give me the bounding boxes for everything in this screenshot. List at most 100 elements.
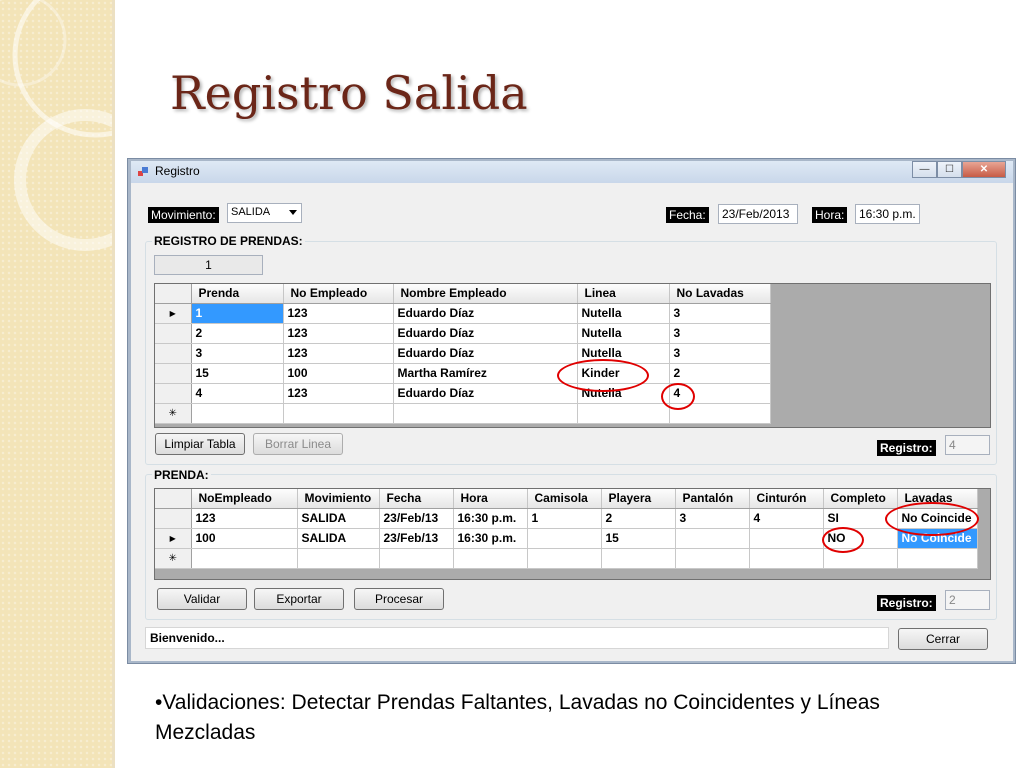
table-cell[interactable]: 123 (283, 383, 394, 404)
window-titlebar[interactable]: Registro — ☐ ✕ (131, 161, 1013, 183)
current-row-marker: ▶ (155, 303, 192, 324)
column-header[interactable]: Camisola (527, 489, 602, 509)
validar-button[interactable]: Validar (157, 588, 247, 610)
maximize-button[interactable]: ☐ (937, 161, 962, 178)
table-cell[interactable]: 2 (191, 323, 284, 344)
app-icon (138, 167, 148, 176)
table-cell[interactable]: 15 (601, 528, 676, 549)
column-header[interactable]: No Lavadas (669, 284, 771, 304)
table-cell[interactable] (749, 528, 824, 549)
table-cell[interactable] (191, 403, 284, 424)
slide-sidebar (0, 0, 112, 768)
table-cell[interactable]: 2 (601, 508, 676, 529)
table-cell[interactable]: Eduardo Díaz (393, 383, 578, 404)
row-header-corner (155, 284, 192, 304)
table-cell[interactable]: 3 (669, 323, 771, 344)
table-row[interactable]: 3 123 Eduardo Díaz Nutella 3 (155, 343, 771, 364)
table-cell[interactable]: 4 (749, 508, 824, 529)
table-row[interactable]: 2 123 Eduardo Díaz Nutella 3 (155, 323, 771, 344)
movimiento-select[interactable]: SALIDA (227, 203, 302, 223)
table-cell[interactable]: 23/Feb/13 (379, 508, 454, 529)
table-cell[interactable]: 1 (191, 303, 284, 324)
table-cell[interactable]: Eduardo Díaz (393, 303, 578, 324)
borrar-linea-button[interactable]: Borrar Linea (253, 433, 343, 455)
row-header (155, 508, 192, 529)
column-header[interactable]: Prenda (191, 284, 284, 304)
column-header[interactable]: Linea (577, 284, 670, 304)
table-cell[interactable]: 123 (283, 323, 394, 344)
table-cell[interactable]: 3 (669, 303, 771, 324)
row-header-corner (155, 489, 192, 509)
highlight-no-coincide-ellipse (885, 502, 979, 536)
cerrar-button[interactable]: Cerrar (898, 628, 988, 650)
table-cell[interactable]: 3 (669, 343, 771, 364)
procesar-button[interactable]: Procesar (354, 588, 444, 610)
prenda-counter: 1 (154, 255, 263, 275)
table-cell[interactable] (749, 548, 824, 569)
column-header[interactable]: NoEmpleado (191, 489, 298, 509)
table-cell[interactable]: 2 (669, 363, 771, 384)
table-cell[interactable]: SALIDA (297, 508, 380, 529)
table-cell[interactable]: Eduardo Díaz (393, 343, 578, 364)
fecha-field[interactable]: 23/Feb/2013 (718, 204, 798, 224)
table-cell[interactable]: Martha Ramírez (393, 363, 578, 384)
table-cell[interactable]: 15 (191, 363, 284, 384)
table-cell[interactable]: 23/Feb/13 (379, 528, 454, 549)
table-cell[interactable] (453, 548, 528, 569)
column-header[interactable]: Movimiento (297, 489, 380, 509)
table-cell[interactable] (675, 528, 750, 549)
hora-label: Hora: (812, 207, 848, 223)
column-header[interactable]: Fecha (379, 489, 454, 509)
column-header[interactable]: No Empleado (283, 284, 394, 304)
table-cell[interactable] (393, 403, 578, 424)
table-cell[interactable] (897, 548, 978, 569)
table-cell[interactable]: 1 (527, 508, 602, 529)
prenda-title: PRENDA: (152, 468, 211, 482)
table-row[interactable]: 123 SALIDA 23/Feb/13 16:30 p.m. 1 2 3 4 … (155, 508, 978, 529)
table-cell[interactable]: SALIDA (297, 528, 380, 549)
column-header[interactable]: Nombre Empleado (393, 284, 578, 304)
column-header[interactable]: Completo (823, 489, 898, 509)
table-cell[interactable] (283, 403, 394, 424)
table-cell[interactable] (527, 548, 602, 569)
table-cell[interactable] (601, 548, 676, 569)
table-cell[interactable]: Nutella (577, 323, 670, 344)
column-header[interactable]: Playera (601, 489, 676, 509)
table-cell[interactable]: 100 (191, 528, 298, 549)
table-cell[interactable] (577, 403, 670, 424)
table-cell[interactable] (675, 548, 750, 569)
table-cell[interactable] (191, 548, 298, 569)
table-cell[interactable] (527, 528, 602, 549)
table-cell[interactable] (379, 548, 454, 569)
column-header[interactable]: Hora (453, 489, 528, 509)
column-header[interactable]: Cinturón (749, 489, 824, 509)
table-cell[interactable]: 3 (191, 343, 284, 364)
highlight-kinder-ellipse (557, 359, 649, 392)
registro-window: Registro — ☐ ✕ Movimiento: SALIDA Fecha:… (131, 161, 1013, 661)
table-cell[interactable]: 123 (191, 508, 298, 529)
table-cell[interactable]: 100 (283, 363, 394, 384)
minimize-button[interactable]: — (912, 161, 937, 178)
table-cell[interactable]: 3 (675, 508, 750, 529)
registro-label-1: Registro: (877, 440, 936, 456)
table-cell[interactable]: 123 (283, 303, 394, 324)
exportar-button[interactable]: Exportar (254, 588, 344, 610)
prenda-grid: NoEmpleado Movimiento Fecha Hora Camisol… (154, 488, 991, 580)
limpiar-tabla-button[interactable]: Limpiar Tabla (155, 433, 245, 455)
slide-bullet: •Validaciones: Detectar Prendas Faltante… (155, 688, 955, 748)
close-button[interactable]: ✕ (962, 161, 1006, 178)
fecha-label: Fecha: (666, 207, 709, 223)
table-cell[interactable]: Eduardo Díaz (393, 323, 578, 344)
table-row[interactable]: ▶ 1 123 Eduardo Díaz Nutella 3 (155, 303, 771, 324)
registro-count-field-2: 2 (945, 590, 990, 610)
table-cell[interactable]: 123 (283, 343, 394, 364)
table-row[interactable]: 15 100 Martha Ramírez Kinder 2 (155, 363, 771, 384)
hora-field[interactable]: 16:30 p.m. (855, 204, 920, 224)
table-cell[interactable]: 4 (191, 383, 284, 404)
table-cell[interactable]: 16:30 p.m. (453, 508, 528, 529)
column-header[interactable]: Pantalón (675, 489, 750, 509)
table-cell[interactable]: 16:30 p.m. (453, 528, 528, 549)
current-row-marker: ▶ (155, 528, 192, 549)
table-cell[interactable] (297, 548, 380, 569)
table-cell[interactable]: Nutella (577, 303, 670, 324)
